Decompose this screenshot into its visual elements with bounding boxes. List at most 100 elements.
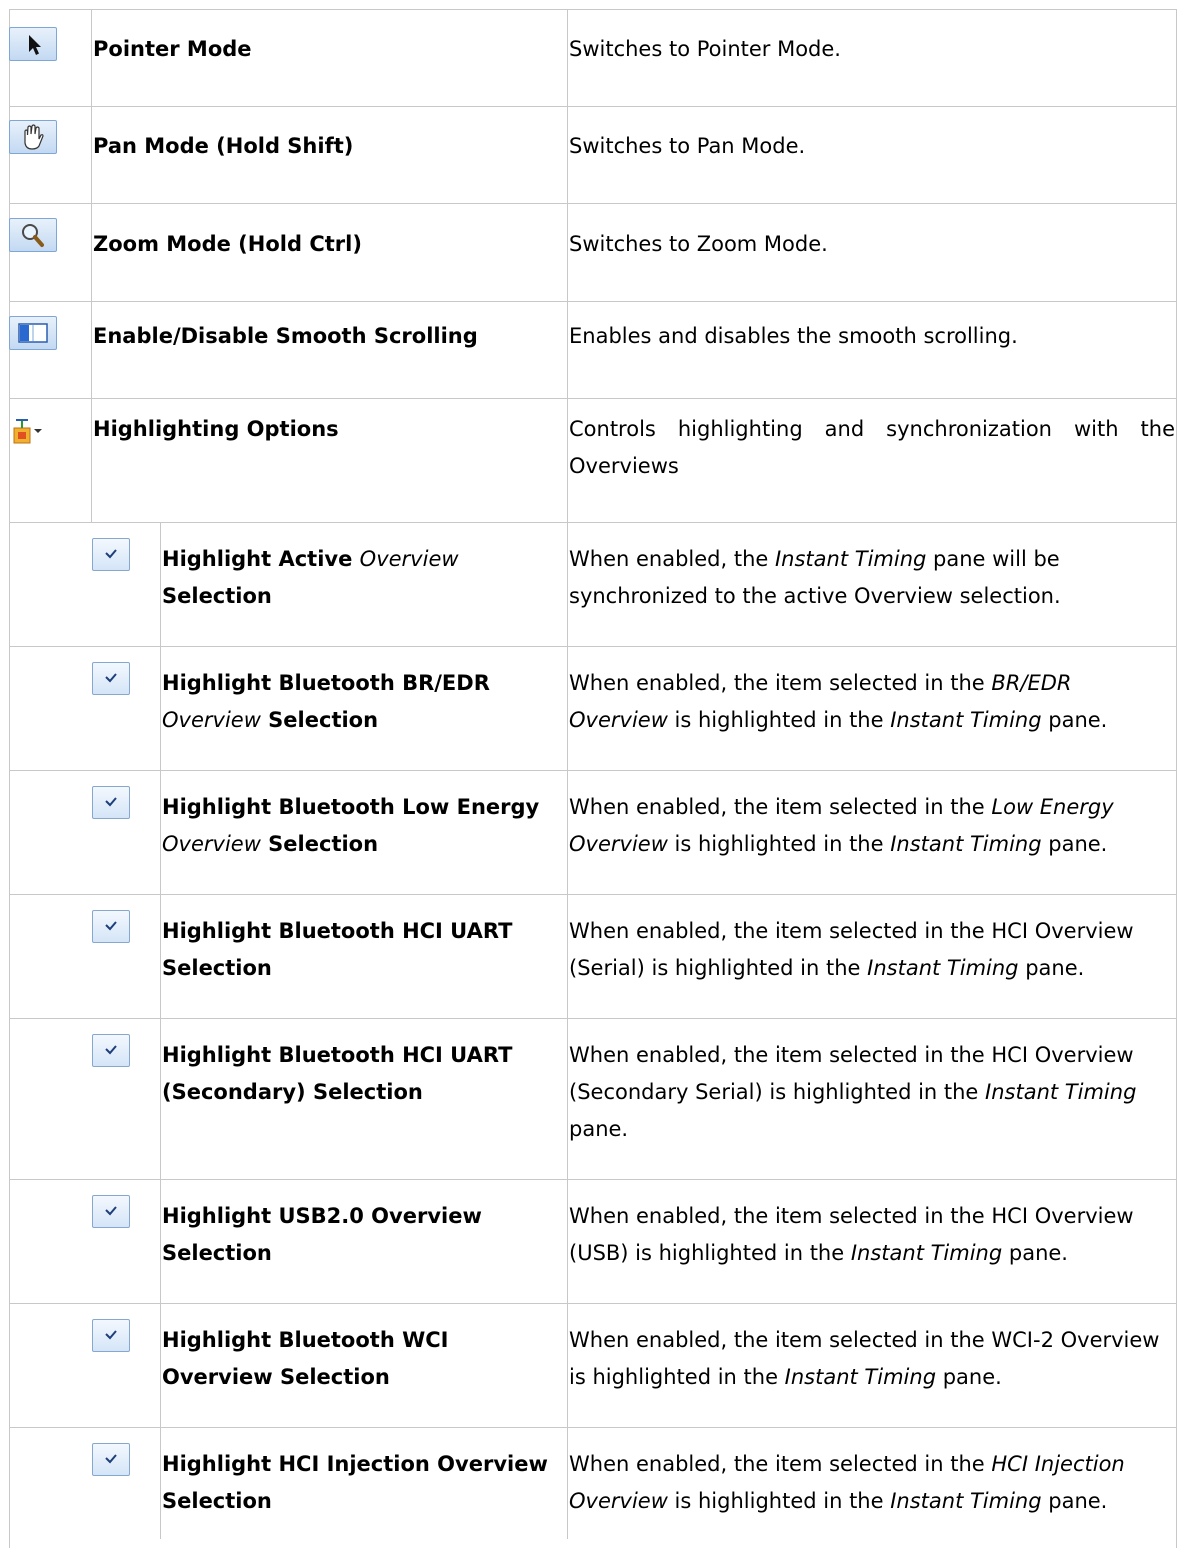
tool-name: Zoom Mode (Hold Ctrl) xyxy=(93,232,362,256)
option-name-line1: Highlight Bluetooth BR/EDR xyxy=(162,671,490,695)
option-desc-text: pane. xyxy=(1002,1241,1068,1265)
pointer-icon[interactable] xyxy=(9,27,57,61)
option-name: Highlight Bluetooth HCI UART Selection xyxy=(162,913,512,987)
option-desc-text: When enabled, the item selected in the H… xyxy=(569,919,1134,943)
option-name: Highlight Bluetooth WCI Overview Selectio… xyxy=(162,1322,448,1396)
option-name-text: Overview Selection xyxy=(162,1365,390,1389)
option-name-line1: Highlight Bluetooth HCI UART xyxy=(162,919,512,943)
option-name-text: Selection xyxy=(162,584,272,608)
option-name-text: Highlight Active xyxy=(162,547,360,571)
checked-checkbox-icon[interactable] xyxy=(92,1319,130,1352)
option-name: Highlight HCI Injection Overview Selectio… xyxy=(162,1446,548,1520)
option-description: When enabled, the Instant Timing pane wi… xyxy=(569,541,1175,615)
tool-description: Switches to Pan Mode. xyxy=(569,134,806,158)
table-row: Highlight USB2.0 Overview Selection When e… xyxy=(9,1180,1177,1304)
column-divider xyxy=(567,107,568,203)
column-divider xyxy=(91,302,92,398)
option-name-italic: Overview xyxy=(162,832,261,856)
option-name-line2: Overview Selection xyxy=(162,1365,390,1389)
option-desc-text: When enabled, the item selected in the W… xyxy=(569,1328,1160,1352)
column-divider xyxy=(160,771,161,894)
checked-checkbox-icon[interactable] xyxy=(92,1195,130,1228)
option-name-line2: Selection xyxy=(162,956,272,980)
option-name-line2: Selection xyxy=(162,1241,272,1265)
option-desc-italic: Instant Timing xyxy=(890,708,1042,732)
option-desc-text: is highlighted in the xyxy=(667,832,891,856)
magnifier-icon[interactable] xyxy=(9,218,57,252)
tool-name: Pan Mode (Hold Shift) xyxy=(93,134,354,158)
column-divider xyxy=(567,1304,568,1427)
column-divider xyxy=(567,1019,568,1179)
option-desc-italic: HCI Injection xyxy=(991,1452,1125,1476)
option-name-text: Selection xyxy=(260,708,379,732)
option-name-line2: Overview Selection xyxy=(162,708,378,732)
table-row: Enable/Disable Smooth Scrolling Enables … xyxy=(9,302,1177,399)
checked-checkbox-icon[interactable] xyxy=(92,786,130,819)
option-desc-text: When enabled, the xyxy=(569,547,775,571)
table-row: Highlight Bluetooth BR/EDR Overview Selec… xyxy=(9,647,1177,771)
option-desc-italic: Overview xyxy=(569,1489,668,1513)
table-row: Highlight Bluetooth HCI UART (Secondary) … xyxy=(9,1019,1177,1180)
option-desc-text: is highlighted in the xyxy=(667,1489,891,1513)
option-desc-text: pane will be xyxy=(926,547,1060,571)
checked-checkbox-icon[interactable] xyxy=(92,538,130,571)
option-name-text: (Secondary) Selection xyxy=(162,1080,423,1104)
table-row: Highlight Bluetooth WCI Overview Selectio… xyxy=(9,1304,1177,1428)
option-name-text: Highlight Bluetooth WCI xyxy=(162,1328,449,1352)
option-name-line1: Highlight Bluetooth WCI xyxy=(162,1328,448,1352)
option-desc-text: When enabled, the item selected in the xyxy=(569,671,992,695)
option-description: When enabled, the item selected in the B… xyxy=(569,665,1175,739)
column-divider xyxy=(160,647,161,770)
tool-description: Enables and disables the smooth scrollin… xyxy=(569,324,1018,348)
hand-icon[interactable] xyxy=(9,120,57,154)
checked-checkbox-icon[interactable] xyxy=(92,662,130,695)
column-divider xyxy=(567,771,568,894)
option-desc-italic: Instant Timing xyxy=(867,956,1019,980)
option-desc-text: When enabled, the item selected in the xyxy=(569,795,992,819)
smooth-scrolling-icon[interactable] xyxy=(9,316,57,350)
checked-checkbox-icon[interactable] xyxy=(92,1443,130,1476)
option-name-line1: Highlight Bluetooth Low Energy xyxy=(162,795,539,819)
option-description: When enabled, the item selected in the H… xyxy=(569,1198,1175,1272)
table-row: Highlight Bluetooth Low Energy Overview S… xyxy=(9,771,1177,895)
table-row: Highlighting Options Controls highlighti… xyxy=(9,399,1177,523)
option-name-text: Highlight USB2.0 Overview xyxy=(162,1204,482,1228)
option-name-text: Highlight Bluetooth BR/EDR xyxy=(162,671,490,695)
option-name: Highlight Bluetooth HCI UART (Secondary) … xyxy=(162,1037,512,1111)
option-desc-text: When enabled, the item selected in the xyxy=(569,1452,992,1476)
option-desc-text: pane. xyxy=(569,1117,629,1141)
option-name-text: Highlight Bluetooth HCI UART xyxy=(162,919,513,943)
column-divider xyxy=(567,204,568,301)
highlighting-options-icon[interactable] xyxy=(10,415,66,449)
option-name-text: Selection xyxy=(162,1489,272,1513)
option-desc-italic: Instant Timing xyxy=(774,547,927,571)
table-row: Highlight Bluetooth HCI UART Selection Whe… xyxy=(9,895,1177,1019)
column-divider xyxy=(567,895,568,1018)
option-desc-text: (USB) is highlighted in the xyxy=(569,1241,851,1265)
option-name-text: Selection xyxy=(162,1241,272,1265)
checked-checkbox-icon[interactable] xyxy=(92,910,130,943)
option-desc-italic: Overview xyxy=(569,708,668,732)
option-desc-text: pane. xyxy=(1041,1489,1108,1513)
tool-name: Pointer Mode xyxy=(93,37,252,61)
tool-name: Enable/Disable Smooth Scrolling xyxy=(93,324,478,348)
column-divider xyxy=(567,399,568,522)
column-divider xyxy=(567,9,568,106)
option-name-text: Selection xyxy=(162,956,272,980)
option-desc-text: (Serial) is highlighted in the xyxy=(569,956,868,980)
checked-checkbox-icon[interactable] xyxy=(92,1034,130,1067)
column-divider xyxy=(567,1428,568,1539)
table-row: Zoom Mode (Hold Ctrl) Switches to Zoom M… xyxy=(9,204,1177,302)
column-divider xyxy=(567,523,568,646)
option-desc-italic: Instant Timing xyxy=(890,832,1042,856)
option-description: When enabled, the item selected in the H… xyxy=(569,1446,1175,1520)
option-name-line1: Highlight USB2.0 Overview xyxy=(162,1204,482,1228)
option-description: When enabled, the item selected in the W… xyxy=(569,1322,1175,1396)
table-row: Highlight HCI Injection Overview Selectio… xyxy=(9,1428,1177,1539)
table-row: Highlight Active Overview Selection When e… xyxy=(9,523,1177,647)
option-desc-italic: Instant Timing xyxy=(784,1365,937,1389)
column-divider xyxy=(567,1180,568,1303)
option-name: Highlight Bluetooth BR/EDR Overview Selec… xyxy=(162,665,490,739)
option-desc-text: synchronized to the active Overview sele… xyxy=(569,584,1061,608)
option-name-line2: Overview Selection xyxy=(162,832,378,856)
